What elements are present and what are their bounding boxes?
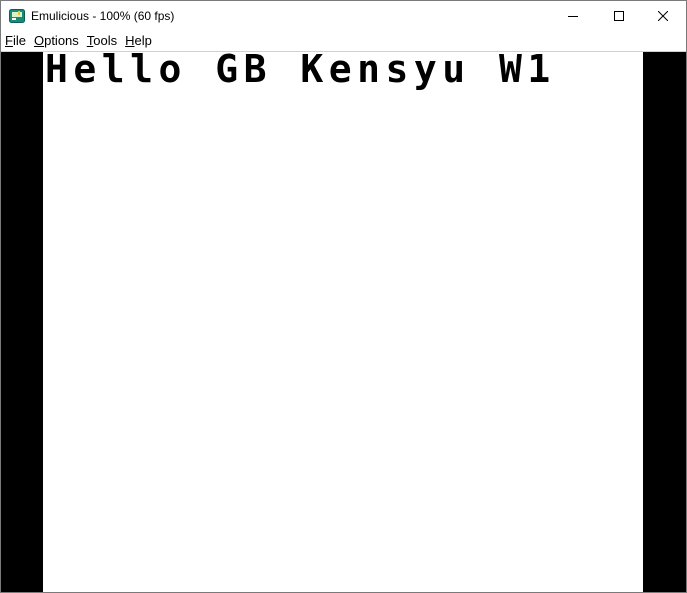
title-bar[interactable]: Emulicious - 100% (60 fps) [1,1,686,31]
emulator-window: Emulicious - 100% (60 fps) File Options … [0,0,687,593]
maximize-button[interactable] [596,1,642,31]
menu-file[interactable]: File [1,31,30,51]
emulicious-app-icon[interactable] [9,8,25,24]
menu-help-label: elp [134,33,152,48]
menu-options-label: ptions [44,33,79,48]
menu-tools[interactable]: Tools [83,31,121,51]
menu-tools-label: ools [93,33,118,48]
close-icon [658,11,668,21]
menu-options-accel: O [33,33,45,48]
screen-text: Hello GB Kensyu W1 [45,52,556,91]
maximize-icon [614,11,624,21]
game-screen[interactable]: Hello GB Kensyu W1 [43,52,643,592]
minimize-icon [568,16,578,17]
menu-file-accel: F [5,33,13,48]
minimize-button[interactable] [550,1,596,31]
window-title: Emulicious - 100% (60 fps) [31,9,175,23]
menu-help[interactable]: Help [121,31,156,51]
menu-file-label: ile [12,33,26,48]
emulator-viewport[interactable]: Hello GB Kensyu W1 [1,51,686,592]
menu-bar: File Options Tools Help [1,31,686,51]
menu-help-accel: H [125,33,135,48]
close-button[interactable] [640,1,686,31]
menu-options[interactable]: Options [30,31,83,51]
